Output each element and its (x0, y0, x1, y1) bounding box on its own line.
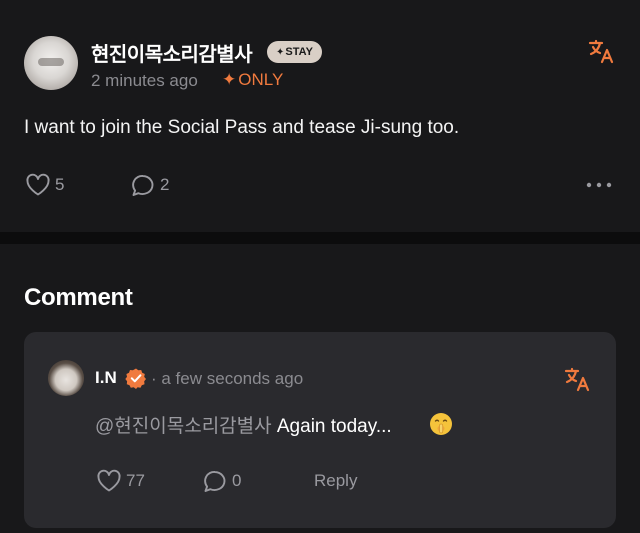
post: 현진이목소리감별사 ✦STAY 2 minutes ago ✦ ONLY I wa… (0, 0, 640, 232)
like-button[interactable]: 5 (25, 173, 64, 197)
translate-icon[interactable] (564, 366, 590, 392)
spark-icon: ✦ (222, 70, 237, 89)
heart-icon (97, 469, 121, 492)
translate-icon[interactable] (588, 38, 614, 64)
comment-text: Again today... (271, 416, 392, 437)
comment-bubble-icon (132, 175, 154, 196)
mention-link[interactable]: @현진이목소리감별사 (95, 416, 272, 437)
comment-timestamp: · a few seconds ago (151, 369, 304, 388)
avatar[interactable] (48, 360, 84, 396)
comment-heading: Comment (24, 284, 133, 311)
post-body: I want to join the Social Pass and tease… (24, 117, 460, 138)
only-badge: ✦ ONLY (222, 70, 283, 90)
comment-button[interactable]: 2 (130, 173, 169, 197)
section-divider (0, 232, 640, 244)
like-count: 5 (55, 175, 65, 194)
comment-body: @현진이목소리감별사 Again today... (95, 411, 392, 438)
reply-count: 0 (232, 471, 242, 490)
stay-badge: ✦STAY (267, 41, 322, 63)
heart-icon (26, 173, 50, 196)
only-label: ONLY (238, 70, 284, 89)
comment-author[interactable]: I.N (95, 368, 117, 388)
post-author[interactable]: 현진이목소리감별사 (91, 38, 253, 67)
badge-label: STAY (285, 46, 313, 58)
avatar[interactable] (24, 36, 78, 90)
more-icon[interactable] (585, 181, 613, 189)
reply-button[interactable]: Reply (314, 471, 357, 491)
like-count: 77 (126, 471, 145, 490)
comment-bubble-icon (204, 471, 226, 492)
comment-section: Comment I.N · a few seconds ago @현진이목소리감… (0, 244, 640, 533)
comment-count: 2 (160, 175, 170, 194)
reply-count-button[interactable]: 0 (202, 469, 241, 493)
post-timestamp: 2 minutes ago (91, 71, 198, 90)
comment-card: I.N · a few seconds ago @현진이목소리감별사 Again… (24, 332, 616, 528)
shushing-face-emoji-icon (430, 413, 452, 435)
verified-icon (125, 368, 146, 389)
like-button[interactable]: 77 (96, 469, 145, 493)
